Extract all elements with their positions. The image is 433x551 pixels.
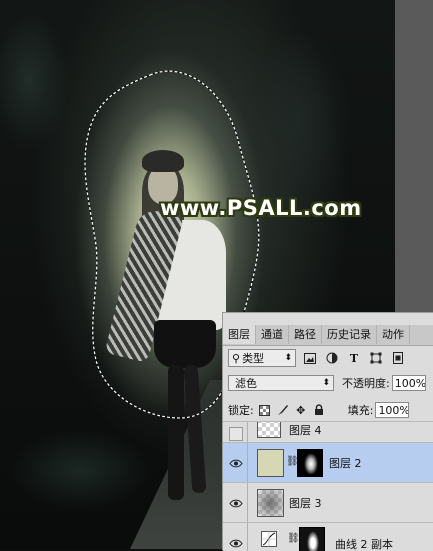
layer-mask-thumbnail	[297, 449, 323, 477]
blend-mode-value: 滤色	[235, 377, 257, 390]
divider	[247, 483, 248, 523]
blend-row: 滤色 ⬍ 不透明度: 100%	[223, 371, 433, 395]
filter-row: ⚲ 类型 ⬍ T	[223, 346, 433, 370]
tab-history[interactable]: 历史记录	[322, 325, 377, 344]
lock-paint-icon[interactable]	[276, 403, 290, 417]
tab-channels[interactable]: 通道	[256, 325, 289, 344]
lock-label: 锁定:	[228, 404, 254, 417]
divider	[247, 523, 248, 551]
filter-label: 类型	[242, 352, 265, 365]
chevron-updown-icon: ⬍	[284, 353, 292, 363]
layers-panel: 图层 通道 路径 历史记录 动作 ⚲ 类型 ⬍ T 滤色 ⬍ 不透明度: 100	[222, 312, 433, 551]
lock-row: 锁定: ✥ 填充: 100%	[223, 399, 433, 421]
smart-object-filter-icon[interactable]	[390, 350, 406, 366]
curves-adjustment-icon	[261, 531, 277, 550]
layer-row[interactable]: 图层 4	[223, 421, 433, 443]
search-icon: ⚲	[232, 351, 241, 365]
layer-mask-thumbnail	[299, 527, 325, 551]
panel-tabs: 图层 通道 路径 历史记录 动作	[223, 325, 433, 346]
adjustment-filter-icon[interactable]	[324, 350, 340, 366]
link-chain-icon: ⛓	[287, 533, 300, 544]
fill-label: 填充:	[347, 404, 374, 417]
layer-row[interactable]: 图层 3	[223, 482, 433, 523]
divider	[247, 443, 248, 483]
opacity-input[interactable]: 100%	[391, 375, 426, 391]
eye-icon[interactable]	[228, 536, 244, 550]
visibility-toggle-off[interactable]	[229, 427, 243, 441]
layer-filter-dropdown[interactable]: ⚲ 类型 ⬍	[228, 349, 296, 367]
tab-actions[interactable]: 动作	[377, 325, 410, 344]
eye-icon[interactable]	[228, 496, 244, 510]
chevron-updown-icon: ⬍	[322, 378, 330, 388]
layer-name: 图层 2	[329, 457, 362, 470]
tab-layers[interactable]: 图层	[223, 325, 256, 344]
blend-mode-dropdown[interactable]: 滤色 ⬍	[228, 375, 334, 391]
image-filter-icon[interactable]	[302, 350, 318, 366]
fill-input[interactable]: 100%	[375, 402, 410, 418]
shape-filter-icon[interactable]	[368, 350, 384, 366]
tab-paths[interactable]: 路径	[289, 325, 322, 344]
lock-all-icon[interactable]	[312, 403, 326, 417]
eye-icon[interactable]	[228, 456, 244, 470]
workspace-background	[395, 0, 433, 312]
type-filter-icon[interactable]: T	[346, 350, 362, 366]
layer-thumbnail	[257, 449, 284, 477]
divider	[247, 422, 248, 443]
layer-row[interactable]: ⛓ 曲线 2 副本	[223, 522, 433, 551]
layer-row-selected[interactable]: ⛓ 图层 2	[223, 442, 433, 483]
layer-thumbnail	[257, 422, 281, 438]
opacity-label: 不透明度:	[342, 377, 390, 390]
watermark-text: www.PSALL.com	[160, 196, 362, 220]
layer-name: 图层 4	[289, 424, 322, 437]
lock-move-icon[interactable]: ✥	[294, 403, 308, 417]
layer-thumbnail	[257, 489, 284, 517]
layer-name: 图层 3	[289, 497, 322, 510]
lock-transparent-icon[interactable]	[258, 403, 272, 417]
